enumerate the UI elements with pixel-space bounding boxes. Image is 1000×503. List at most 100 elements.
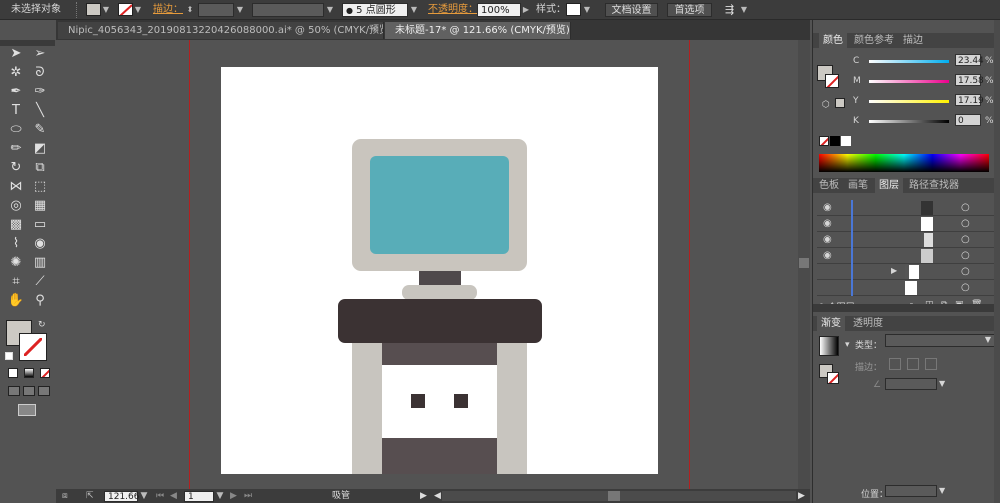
variable-width-dropdown-icon[interactable]: ▼	[326, 3, 334, 16]
magenta-slider[interactable]	[869, 80, 949, 83]
lasso-tool-icon[interactable]: ᘐ	[30, 64, 50, 82]
blend-tool-icon[interactable]: ◉	[30, 235, 50, 253]
tab-color-guide[interactable]: 颜色参考	[850, 33, 898, 48]
stroke-weight-field[interactable]	[198, 3, 234, 17]
default-colors-icon[interactable]	[5, 352, 13, 360]
free-transform-tool-icon[interactable]: ⬚	[30, 178, 50, 196]
angle-field[interactable]	[885, 378, 937, 390]
expand-arrow-icon[interactable]: ▶	[891, 266, 897, 275]
stroke-color-box[interactable]	[825, 74, 839, 88]
scale-tool-icon[interactable]: ⧉	[30, 159, 50, 177]
document-setup-button[interactable]: 文档设置	[605, 3, 658, 17]
vertical-scrollbar[interactable]	[798, 40, 810, 489]
magenta-value[interactable]: 17.58	[955, 74, 984, 86]
target-icon[interactable]: ○	[961, 234, 970, 245]
ellipse-tool-icon[interactable]: ⬭	[6, 121, 26, 139]
color-spectrum[interactable]	[819, 154, 989, 172]
previous-page-icon[interactable]: ◀	[170, 491, 180, 502]
rotate-tool-icon[interactable]: ↻	[6, 159, 26, 177]
shape-builder-tool-icon[interactable]: ◎	[6, 197, 26, 215]
curvature-tool-icon[interactable]: ✑	[30, 83, 50, 101]
eye-icon[interactable]: ◉	[823, 202, 832, 213]
stroke-stepper-icon[interactable]: ⬍	[186, 3, 194, 16]
tab-transparency[interactable]: 透明度	[849, 316, 887, 331]
preferences-button[interactable]: 首选项	[667, 3, 712, 17]
layer-row[interactable]: ▶ ○	[817, 264, 997, 280]
stroke-along-icon[interactable]	[907, 358, 919, 370]
stroke-dropdown-icon[interactable]: ▼	[134, 3, 142, 16]
target-icon[interactable]: ○	[961, 282, 970, 293]
width-tool-icon[interactable]: ⋈	[6, 178, 26, 196]
scroll-thumb[interactable]	[799, 258, 809, 268]
position-field[interactable]	[885, 485, 937, 497]
artboard-nav-icon[interactable]: ⧈	[62, 491, 76, 502]
tab-swatches[interactable]: 色板	[815, 178, 843, 193]
out-of-gamut-icon[interactable]: ⬡	[822, 100, 830, 110]
yellow-value[interactable]: 17.19	[955, 94, 984, 106]
zoom-field[interactable]: 121.66	[104, 491, 140, 502]
black-swatch[interactable]	[830, 136, 840, 146]
stroke-swatch[interactable]	[118, 3, 133, 16]
canvas-area[interactable]	[56, 40, 798, 489]
layer-row[interactable]: ◉ ○	[817, 216, 997, 232]
color-mode-icon[interactable]	[8, 368, 18, 378]
brush-field[interactable]: ● 5 点圆形	[342, 3, 408, 17]
layer-row[interactable]: ○	[817, 280, 997, 296]
fill-swatch[interactable]	[86, 3, 101, 16]
tab-brushes[interactable]: 画笔	[844, 178, 872, 193]
horizontal-scrollbar[interactable]	[442, 491, 796, 501]
fill-dropdown-icon[interactable]: ▼	[102, 3, 110, 16]
mesh-tool-icon[interactable]: ▩	[6, 216, 26, 234]
page-dropdown-icon[interactable]: ▼	[216, 491, 224, 502]
draw-behind-icon[interactable]	[23, 386, 35, 396]
close-icon[interactable]: ×	[371, 22, 379, 39]
eye-icon[interactable]: ◉	[823, 218, 832, 229]
page-field[interactable]: 1	[184, 491, 214, 502]
magic-wand-tool-icon[interactable]: ✲	[6, 64, 26, 82]
perspective-grid-tool-icon[interactable]: ▦	[30, 197, 50, 215]
stroke-color-box[interactable]	[19, 333, 47, 361]
target-icon[interactable]: ○	[961, 266, 970, 277]
direct-selection-tool-icon[interactable]: ➢	[30, 45, 50, 63]
cyan-value[interactable]: 23.44	[955, 54, 984, 66]
first-page-icon[interactable]: ⏮	[156, 491, 166, 502]
draw-inside-icon[interactable]	[38, 386, 50, 396]
close-icon[interactable]: ×	[558, 22, 566, 39]
chevron-down-icon[interactable]: ▼	[939, 379, 945, 388]
stroke-label[interactable]: 描边：	[153, 3, 183, 17]
last-page-icon[interactable]: ⏭	[244, 491, 254, 502]
gradient-preview[interactable]	[819, 336, 839, 356]
hand-tool-icon[interactable]: ✋	[6, 292, 26, 310]
tab-stroke[interactable]: 描边	[899, 33, 927, 48]
scroll-right-icon[interactable]: ▶	[798, 491, 806, 502]
type-tool-icon[interactable]: T	[6, 102, 26, 120]
gradient-mode-icon[interactable]	[24, 368, 34, 378]
arrange-documents-icon[interactable]: ⇶	[725, 3, 739, 17]
zoom-tool-icon[interactable]: ⚲	[30, 292, 50, 310]
gradient-dropdown-icon[interactable]: ▾	[845, 340, 850, 350]
target-icon[interactable]: ○	[961, 250, 970, 261]
paintbrush-tool-icon[interactable]: ✎	[30, 121, 50, 139]
eraser-tool-icon[interactable]: ◩	[30, 140, 50, 158]
tab-pathfinder[interactable]: 路径查找器	[905, 178, 963, 193]
screen-mode-icon[interactable]	[18, 404, 36, 416]
black-value[interactable]: 0	[955, 114, 981, 126]
gradient-stroke-box[interactable]	[827, 372, 839, 384]
opacity-arrow-icon[interactable]: ▶	[522, 3, 530, 16]
stroke-weight-dropdown-icon[interactable]: ▼	[236, 3, 244, 16]
eyedropper-tool-icon[interactable]: ⌇	[6, 235, 26, 253]
none-mode-icon[interactable]	[40, 368, 50, 378]
tab-layers[interactable]: 图层	[875, 178, 903, 193]
style-swatch[interactable]	[566, 3, 581, 16]
gamut-swatch[interactable]	[835, 98, 845, 108]
panel-scrollbar[interactable]	[994, 20, 1000, 503]
tab-nipic-document[interactable]: Nipic_4056343_20190813220426088000.ai* @…	[58, 22, 384, 39]
tab-gradient[interactable]: 渐变	[817, 316, 845, 331]
chevron-down-icon[interactable]: ▼	[939, 486, 945, 495]
arrange-dropdown-icon[interactable]: ▼	[740, 3, 748, 16]
gradient-panel-header[interactable]	[813, 304, 1000, 312]
status-menu-icon[interactable]: ▶	[420, 491, 430, 502]
share-icon[interactable]: ⇱	[86, 491, 98, 502]
layer-row[interactable]: ◉ ○	[817, 200, 997, 216]
opacity-field[interactable]: 100%	[477, 3, 521, 17]
